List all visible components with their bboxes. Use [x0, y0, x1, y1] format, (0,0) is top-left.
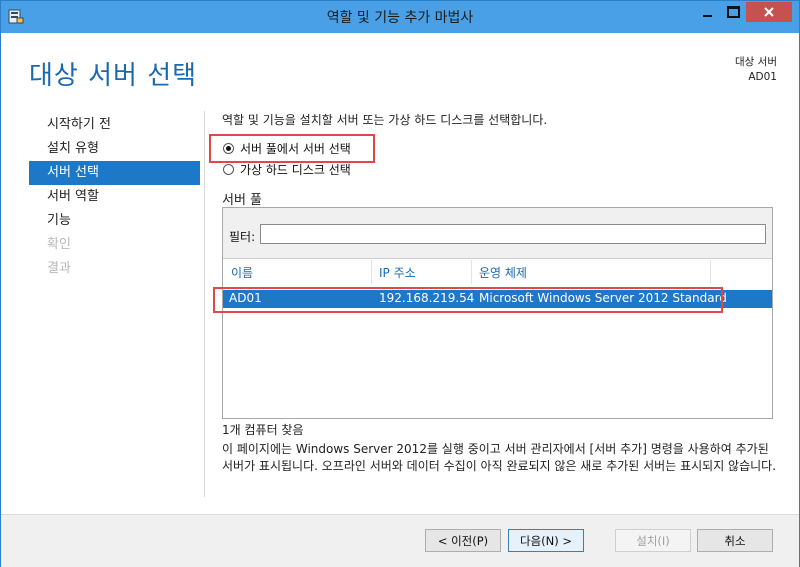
column-header-os[interactable]: 운영 체제 [479, 264, 527, 281]
filter-area: 필터: [223, 208, 772, 259]
filter-label: 필터: [229, 230, 256, 244]
column-header-ip[interactable]: IP 주소 [379, 264, 416, 281]
title-bar[interactable]: 역할 및 기능 추가 마법사 [1, 1, 799, 33]
maximize-button[interactable] [720, 2, 746, 22]
window-title: 역할 및 기능 추가 마법사 [326, 10, 474, 26]
filter-input[interactable] [260, 224, 766, 244]
server-pool-panel: 필터: 이름 IP 주소 운영 체제 AD01 192.168.219.54 M… [222, 207, 773, 419]
maximize-icon [726, 6, 740, 18]
nav-item-server-roles[interactable]: 서버 역할 [29, 185, 200, 209]
column-separator[interactable] [371, 260, 372, 284]
nav-item-confirmation: 확인 [47, 237, 71, 252]
page-title: 대상 서버 선택 [29, 61, 198, 91]
description-text: 이 페이지에는 Windows Server 2012를 실행 중이고 서버 관… [222, 442, 777, 473]
radio-select-vhd-label: 가상 하드 디스크 선택 [240, 163, 351, 177]
destination-server-label: 대상 서버 [735, 56, 777, 68]
wizard-nav: 시작하기 전 설치 유형 서버 선택 서버 역할 기능 확인 결과 [29, 113, 200, 281]
next-button[interactable]: 다음(N) > [508, 529, 584, 552]
cancel-button[interactable]: 취소 [697, 529, 773, 552]
destination-server-value: AD01 [748, 71, 777, 83]
destination-server: 대상 서버 AD01 [735, 55, 777, 85]
highlight-box-row [213, 287, 723, 313]
previous-button[interactable]: < 이전(P) [425, 529, 501, 552]
content-divider [204, 111, 205, 497]
nav-item-features[interactable]: 기능 [29, 209, 200, 233]
column-header-name[interactable]: 이름 [231, 264, 253, 281]
nav-item-results: 결과 [47, 261, 71, 276]
install-button: 설치(I) [615, 529, 691, 552]
close-button[interactable] [746, 2, 792, 22]
wizard-footer: < 이전(P) 다음(N) > 설치(I) 취소 [1, 514, 799, 567]
radio-select-vhd[interactable]: 가상 하드 디스크 선택 [223, 161, 351, 178]
column-separator[interactable] [710, 260, 711, 284]
column-separator[interactable] [471, 260, 472, 284]
nav-item-before-you-begin[interactable]: 시작하기 전 [29, 113, 200, 137]
radio-unchecked-icon[interactable] [223, 164, 234, 175]
wizard-window: 역할 및 기능 추가 마법사 대상 서버 선택 대상 서버 AD01 시작하기 … [0, 0, 800, 567]
instruction-text: 역할 및 기능을 설치할 서버 또는 가상 하드 디스크를 선택합니다. [222, 113, 548, 127]
close-icon [764, 7, 774, 17]
nav-item-server-selection[interactable]: 서버 선택 [29, 161, 200, 185]
found-count: 1개 컴퓨터 찾음 [222, 423, 304, 437]
minimize-icon [702, 15, 712, 17]
server-pool-label: 서버 풀 [222, 193, 263, 208]
highlight-box-radio [209, 134, 375, 163]
minimize-button[interactable] [694, 2, 720, 22]
nav-item-installation-type[interactable]: 설치 유형 [29, 137, 200, 161]
